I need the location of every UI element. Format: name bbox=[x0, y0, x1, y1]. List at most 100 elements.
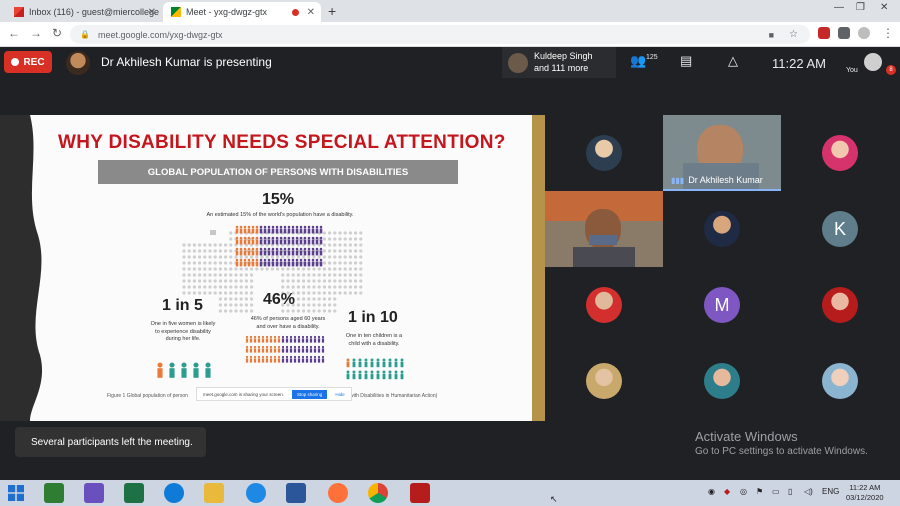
camera-icon[interactable]: ■ bbox=[769, 30, 774, 40]
map-dot bbox=[333, 267, 337, 271]
back-icon[interactable]: ← bbox=[8, 26, 20, 40]
map-dot bbox=[208, 291, 212, 295]
map-dot bbox=[322, 255, 326, 259]
person-body bbox=[319, 228, 323, 234]
bookmark-star-icon[interactable]: ☆ bbox=[789, 29, 798, 40]
map-dot bbox=[322, 249, 326, 253]
address-bar-row: ← → ↻ 🔒 meet.google.com/yxg-dwgz-gtx ■ ☆… bbox=[0, 22, 900, 47]
presenter-avatar bbox=[66, 51, 90, 75]
edge-icon[interactable] bbox=[164, 483, 184, 503]
map-dot bbox=[312, 267, 316, 271]
file-explorer-icon[interactable] bbox=[204, 483, 224, 503]
map-dot bbox=[328, 273, 332, 277]
windows-start-icon[interactable] bbox=[8, 485, 24, 501]
taskbar-clock[interactable]: 11:22 AM 03/12/2020 bbox=[846, 483, 884, 503]
tab-gmail[interactable]: Inbox (116) - guest@miercollege ✕ bbox=[6, 2, 162, 22]
reload-icon[interactable]: ↻ bbox=[52, 26, 62, 40]
shield-app-icon[interactable] bbox=[410, 483, 430, 503]
map-dot bbox=[359, 243, 363, 247]
restore-icon[interactable]: ❐ bbox=[856, 2, 865, 13]
tray-network-icon[interactable]: ▭ bbox=[772, 487, 780, 496]
mouse-cursor-icon: ↖ bbox=[550, 494, 558, 504]
menu-kebab-icon[interactable]: ⋮ bbox=[882, 26, 894, 40]
person-head bbox=[289, 335, 293, 339]
map-dot bbox=[270, 255, 274, 259]
self-avatar[interactable] bbox=[864, 53, 882, 71]
person-head bbox=[275, 258, 279, 262]
stop-sharing-button[interactable]: Stop sharing bbox=[292, 389, 328, 399]
map-dot bbox=[218, 273, 222, 277]
participant-tile[interactable] bbox=[781, 115, 899, 191]
map-dot bbox=[281, 279, 285, 283]
tray-flag-icon[interactable]: ⚑ bbox=[756, 487, 763, 496]
hide-button[interactable]: Hide bbox=[335, 392, 344, 397]
map-dot bbox=[224, 303, 228, 307]
person-body bbox=[283, 239, 287, 245]
person-body bbox=[382, 361, 386, 368]
map-dot bbox=[333, 249, 337, 253]
chrome-icon[interactable] bbox=[368, 483, 388, 503]
person-body bbox=[247, 239, 251, 245]
map-dot bbox=[229, 261, 233, 265]
new-tab-button[interactable]: + bbox=[328, 3, 336, 19]
puzzle-icon[interactable] bbox=[838, 27, 850, 39]
person-head bbox=[315, 258, 319, 262]
person-body bbox=[297, 348, 301, 353]
participant-video-tile[interactable] bbox=[545, 191, 663, 267]
stat-15-percent: 15% bbox=[262, 191, 295, 208]
url-field[interactable]: 🔒 meet.google.com/yxg-dwgz-gtx ■ ☆ bbox=[70, 25, 810, 44]
close-icon[interactable]: ✕ bbox=[307, 7, 315, 18]
person-body bbox=[245, 348, 249, 353]
map-dot bbox=[302, 309, 306, 313]
map-dot bbox=[218, 279, 222, 283]
map-dot bbox=[198, 243, 202, 247]
profile-icon[interactable] bbox=[858, 27, 870, 39]
excel-icon[interactable] bbox=[124, 483, 144, 503]
participant-tile[interactable] bbox=[545, 343, 663, 419]
participant-tile[interactable] bbox=[781, 343, 899, 419]
participant-tile[interactable] bbox=[545, 115, 663, 191]
map-dot bbox=[208, 273, 212, 277]
map-dot bbox=[328, 285, 332, 289]
close-icon[interactable]: ✕ bbox=[148, 7, 156, 18]
tray-volume-icon[interactable]: ◁) bbox=[804, 487, 813, 496]
participant-tile[interactable]: M bbox=[663, 267, 781, 343]
forward-icon[interactable]: → bbox=[30, 26, 42, 40]
map-dot bbox=[354, 273, 358, 277]
tab-meet[interactable]: Meet - yxg-dwgz-gtx ✕ bbox=[163, 2, 321, 22]
person-body bbox=[358, 373, 362, 380]
participant-tile[interactable] bbox=[781, 267, 899, 343]
word-icon[interactable] bbox=[286, 483, 306, 503]
activities-icon[interactable]: △ bbox=[728, 53, 738, 69]
firefox-icon[interactable] bbox=[328, 483, 348, 503]
language-indicator[interactable]: ENG bbox=[822, 487, 839, 496]
people-icon[interactable]: 👥 bbox=[630, 53, 646, 69]
store-icon[interactable] bbox=[44, 483, 64, 503]
tray-chrome-icon[interactable]: ◉ bbox=[708, 487, 715, 496]
participants-summary[interactable]: Kuldeep Singh and 111 more bbox=[502, 47, 616, 78]
video-body bbox=[573, 247, 635, 267]
visual-studio-icon[interactable] bbox=[84, 483, 104, 503]
minimize-icon[interactable]: — bbox=[834, 2, 844, 13]
participant-tile[interactable] bbox=[545, 267, 663, 343]
participant-tile[interactable]: K bbox=[781, 191, 899, 267]
window-close-icon[interactable]: ✕ bbox=[880, 2, 888, 13]
tray-battery-icon[interactable]: ▯ bbox=[788, 487, 792, 496]
person-head bbox=[235, 236, 239, 240]
tray-eye-icon[interactable]: ◎ bbox=[740, 487, 747, 496]
tray-shield-icon[interactable]: ◆ bbox=[724, 487, 730, 496]
map-dot bbox=[333, 261, 337, 265]
person-body bbox=[295, 261, 299, 267]
map-dot bbox=[229, 291, 233, 295]
chat-icon[interactable]: ▤ bbox=[680, 53, 692, 69]
person-body bbox=[321, 338, 325, 343]
map-dot bbox=[244, 255, 248, 259]
internet-explorer-icon[interactable] bbox=[246, 483, 266, 503]
participant-tile[interactable] bbox=[663, 191, 781, 267]
extension-icon[interactable] bbox=[818, 27, 830, 39]
participant-tile[interactable] bbox=[663, 343, 781, 419]
person-head bbox=[259, 236, 263, 240]
active-speaker-tile[interactable]: ▮▮▮ Dr Akhilesh Kumar bbox=[663, 115, 781, 191]
map-dot bbox=[359, 285, 363, 289]
map-dot bbox=[296, 303, 300, 307]
